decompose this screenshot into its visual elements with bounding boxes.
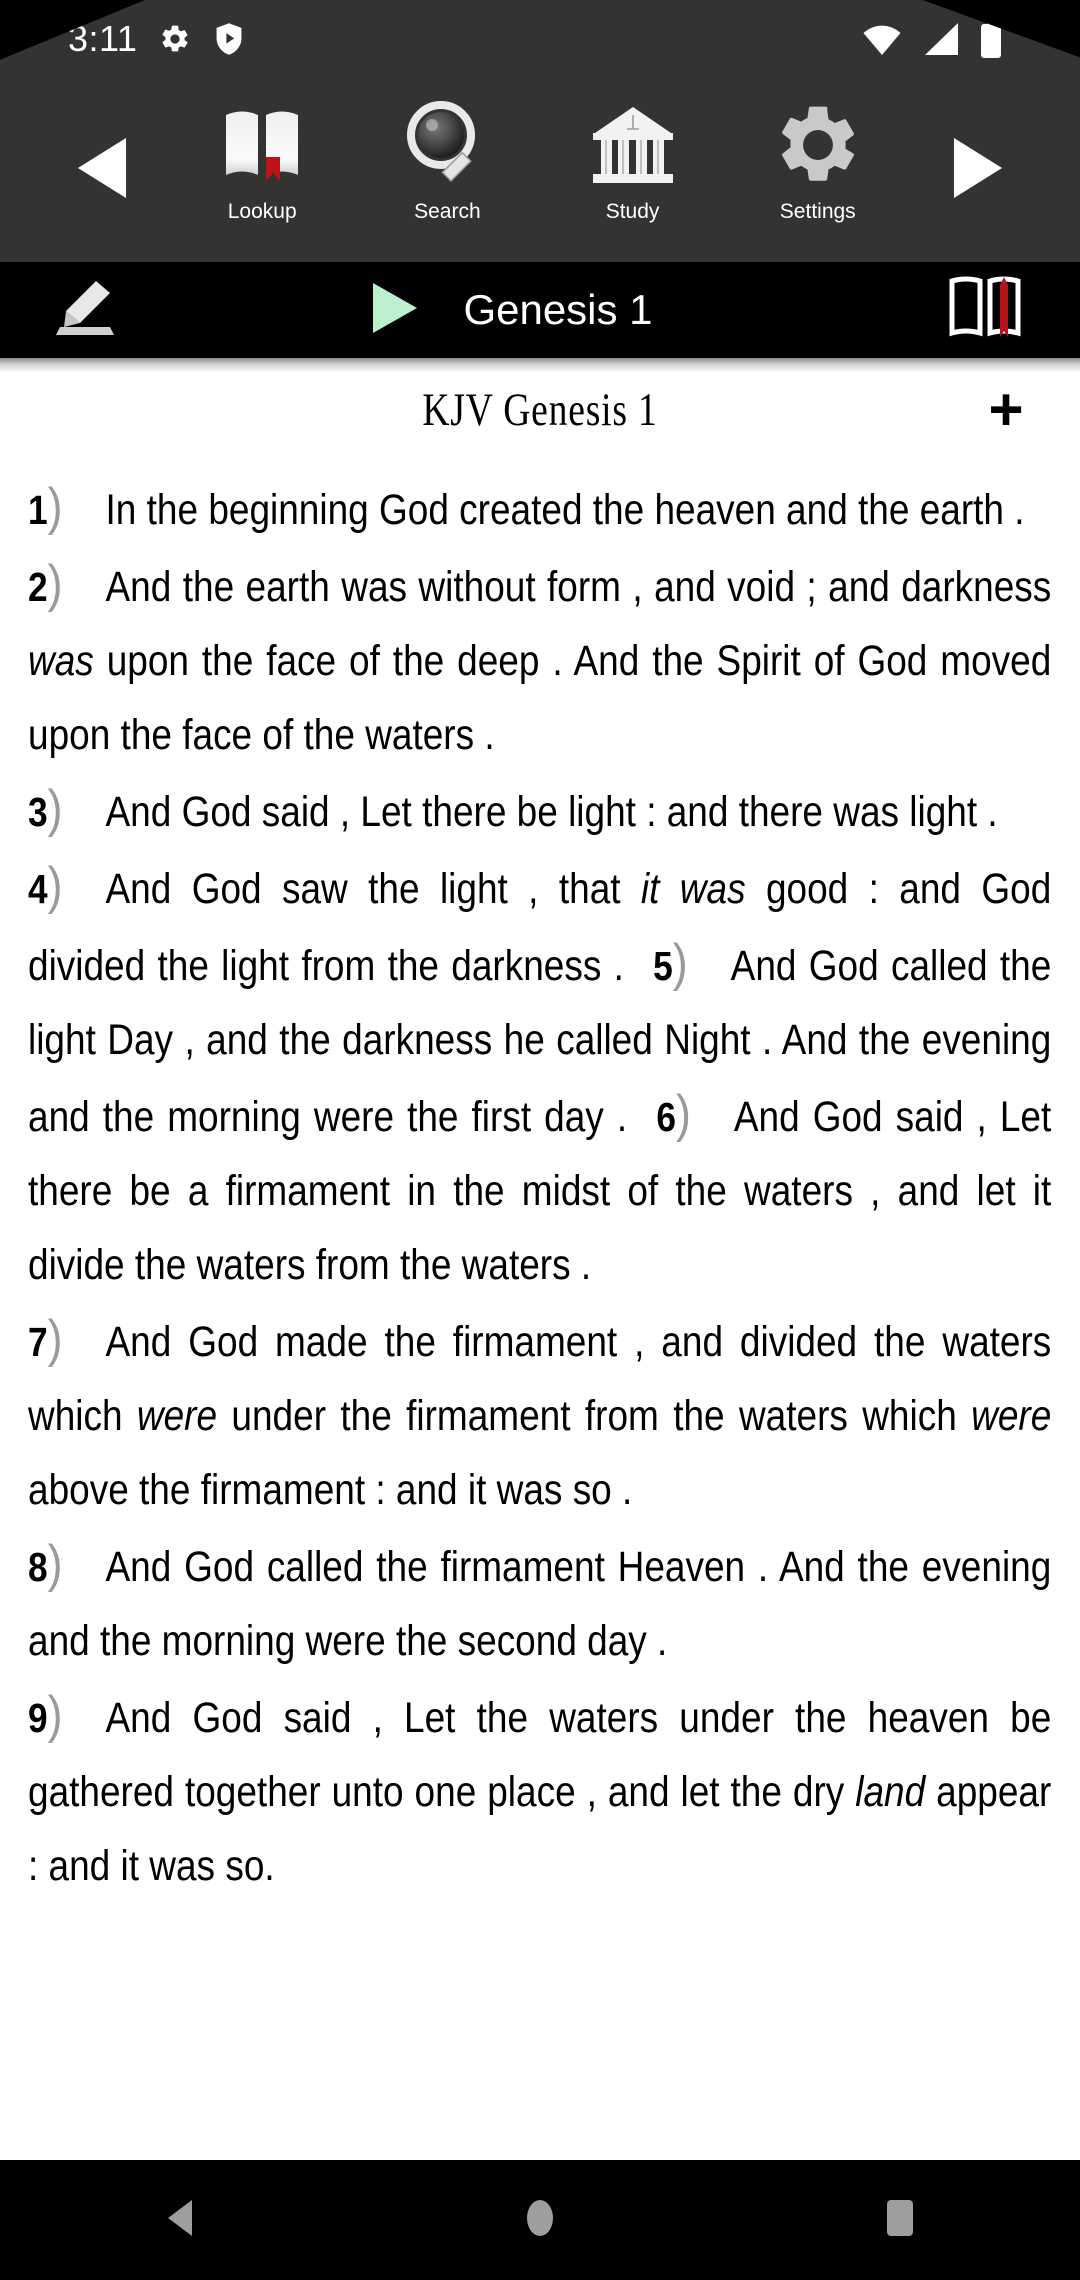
toolbar-item-settings[interactable]: Settings	[743, 85, 893, 255]
verse-italic: it was	[640, 865, 746, 913]
open-book-icon	[216, 99, 308, 196]
chapter-bar: Genesis 1	[0, 262, 1080, 358]
page-header: KJV Genesis 1 +	[0, 368, 1080, 452]
verse-marker[interactable]: 2)	[28, 555, 63, 613]
chapter-bar-center: Genesis 1	[130, 279, 890, 342]
back-triangle-icon	[164, 2198, 196, 2243]
verse-paragraph[interactable]: 3) And God said , Let there be light : an…	[28, 772, 1051, 849]
status-clock: 3:11	[68, 18, 138, 59]
verse-paragraph[interactable]: 8) And God called the firmament Heaven . …	[28, 1527, 1051, 1678]
shield-play-icon	[213, 22, 245, 56]
temple-icon	[587, 99, 679, 196]
verse-body: And God said , Let there be light : and …	[105, 788, 998, 836]
verse-number: 8	[28, 1544, 48, 1590]
add-button[interactable]: +	[966, 368, 1046, 452]
verse-italic: land	[855, 1768, 926, 1816]
verse-paren: )	[672, 934, 688, 992]
verse-body-mid: under the firmament from the waters whic…	[217, 1392, 972, 1440]
verse-paren: )	[47, 555, 63, 613]
verse-paren: )	[47, 1686, 63, 1744]
verse-body-cont: upon the face of the deep . And the Spir…	[28, 637, 1052, 759]
app-root: 3:11 Lookup Search Study Settings Genesi…	[0, 0, 1080, 2280]
magnifier-icon	[401, 99, 493, 196]
verse-body: And the earth was without form , and voi…	[105, 563, 1052, 611]
verse-marker[interactable]: 7)	[28, 1310, 63, 1368]
verse-number: 2	[28, 564, 48, 610]
verse-italic: was	[28, 637, 94, 685]
verse-marker[interactable]: 4)	[28, 857, 63, 915]
play-triangle-icon	[367, 282, 425, 341]
verse-marker[interactable]: 1)	[28, 478, 63, 536]
verse-body: And God called the firmament Heaven . An…	[28, 1543, 1052, 1665]
verse-paren: )	[47, 1310, 63, 1368]
verse-paren: )	[47, 857, 63, 915]
verse-paragraph[interactable]: 4) And God saw the light , that it was go…	[28, 849, 1051, 1302]
gear-icon	[772, 99, 864, 196]
battery-icon	[980, 20, 1002, 58]
pencil-write-icon	[52, 277, 118, 344]
home-circle-icon	[524, 2196, 556, 2245]
verse-number: 5	[653, 943, 673, 989]
cellular-signal-icon	[922, 22, 960, 56]
plus-icon: +	[988, 376, 1024, 443]
scripture-pane[interactable]: 1) In the beginning God created the heave…	[0, 470, 1080, 2160]
verse-paragraph[interactable]: 7) And God made the firmament , and divid…	[28, 1302, 1051, 1527]
verse-number: 3	[28, 789, 48, 835]
right-triangle-icon	[950, 134, 1006, 207]
verse-paragraph[interactable]: 1) In the beginning God created the heave…	[28, 470, 1051, 547]
verse-marker[interactable]: 6)	[656, 1085, 691, 1143]
toolbar-item-lookup[interactable]: Lookup	[187, 85, 337, 255]
verse-body: And God saw the light , that	[105, 865, 641, 913]
verse-paren: )	[47, 1535, 63, 1593]
verse-paren: )	[47, 478, 63, 536]
verse-marker[interactable]: 8)	[28, 1535, 63, 1593]
verse-paragraph[interactable]: 2) And the earth was without form , and v…	[28, 547, 1051, 772]
verse-number: 4	[28, 866, 48, 912]
toolbar-next-button[interactable]	[928, 134, 1028, 207]
verse-number: 6	[656, 1094, 676, 1140]
status-bar-right	[862, 20, 1080, 58]
verse-marker[interactable]: 9)	[28, 1686, 63, 1744]
play-button[interactable]	[367, 279, 425, 342]
toolbar-item-label: Search	[414, 200, 481, 223]
verse-number: 9	[28, 1695, 48, 1741]
open-book-bookmark-icon	[946, 275, 1024, 346]
toolbar-item-search[interactable]: Search	[372, 85, 522, 255]
status-bar-left: 3:11	[0, 18, 245, 60]
verse-italic: were	[136, 1392, 218, 1440]
recents-square-icon	[881, 2196, 919, 2245]
app-toolbar: Lookup Search Study Settings	[0, 78, 1080, 262]
toolbar-item-study[interactable]: Study	[558, 85, 708, 255]
system-nav-bar	[0, 2160, 1080, 2280]
gear-icon	[159, 23, 191, 55]
toolbar-item-label: Lookup	[227, 200, 297, 223]
toolbar-item-label: Settings	[779, 200, 856, 223]
bookmark-button[interactable]	[890, 275, 1080, 346]
verse-number: 1	[28, 487, 48, 533]
toolbar-prev-button[interactable]	[52, 134, 152, 207]
page-title: KJV Genesis 1	[422, 384, 658, 436]
chapter-title[interactable]: Genesis 1	[463, 286, 652, 334]
toolbar-item-label: Study	[605, 200, 660, 223]
verse-paren: )	[47, 780, 63, 838]
verse-body: In the beginning God created the heaven …	[105, 486, 1025, 534]
verse-marker[interactable]: 5)	[653, 934, 688, 992]
wifi-icon	[862, 22, 902, 56]
verse-paragraph[interactable]: 9) And God said , Let the waters under th…	[28, 1678, 1051, 1903]
verse-marker[interactable]: 3)	[28, 780, 63, 838]
nav-recents-button[interactable]	[800, 2196, 1000, 2245]
status-bar: 3:11	[0, 0, 1080, 78]
verse-body-cont: above the firmament : and it was so .	[28, 1466, 633, 1514]
nav-home-button[interactable]	[440, 2196, 640, 2245]
nav-back-button[interactable]	[80, 2198, 280, 2243]
verse-paren: )	[675, 1085, 691, 1143]
verse-number: 7	[28, 1319, 48, 1365]
left-triangle-icon	[74, 134, 130, 207]
verse-italic-2: were	[971, 1392, 1052, 1440]
